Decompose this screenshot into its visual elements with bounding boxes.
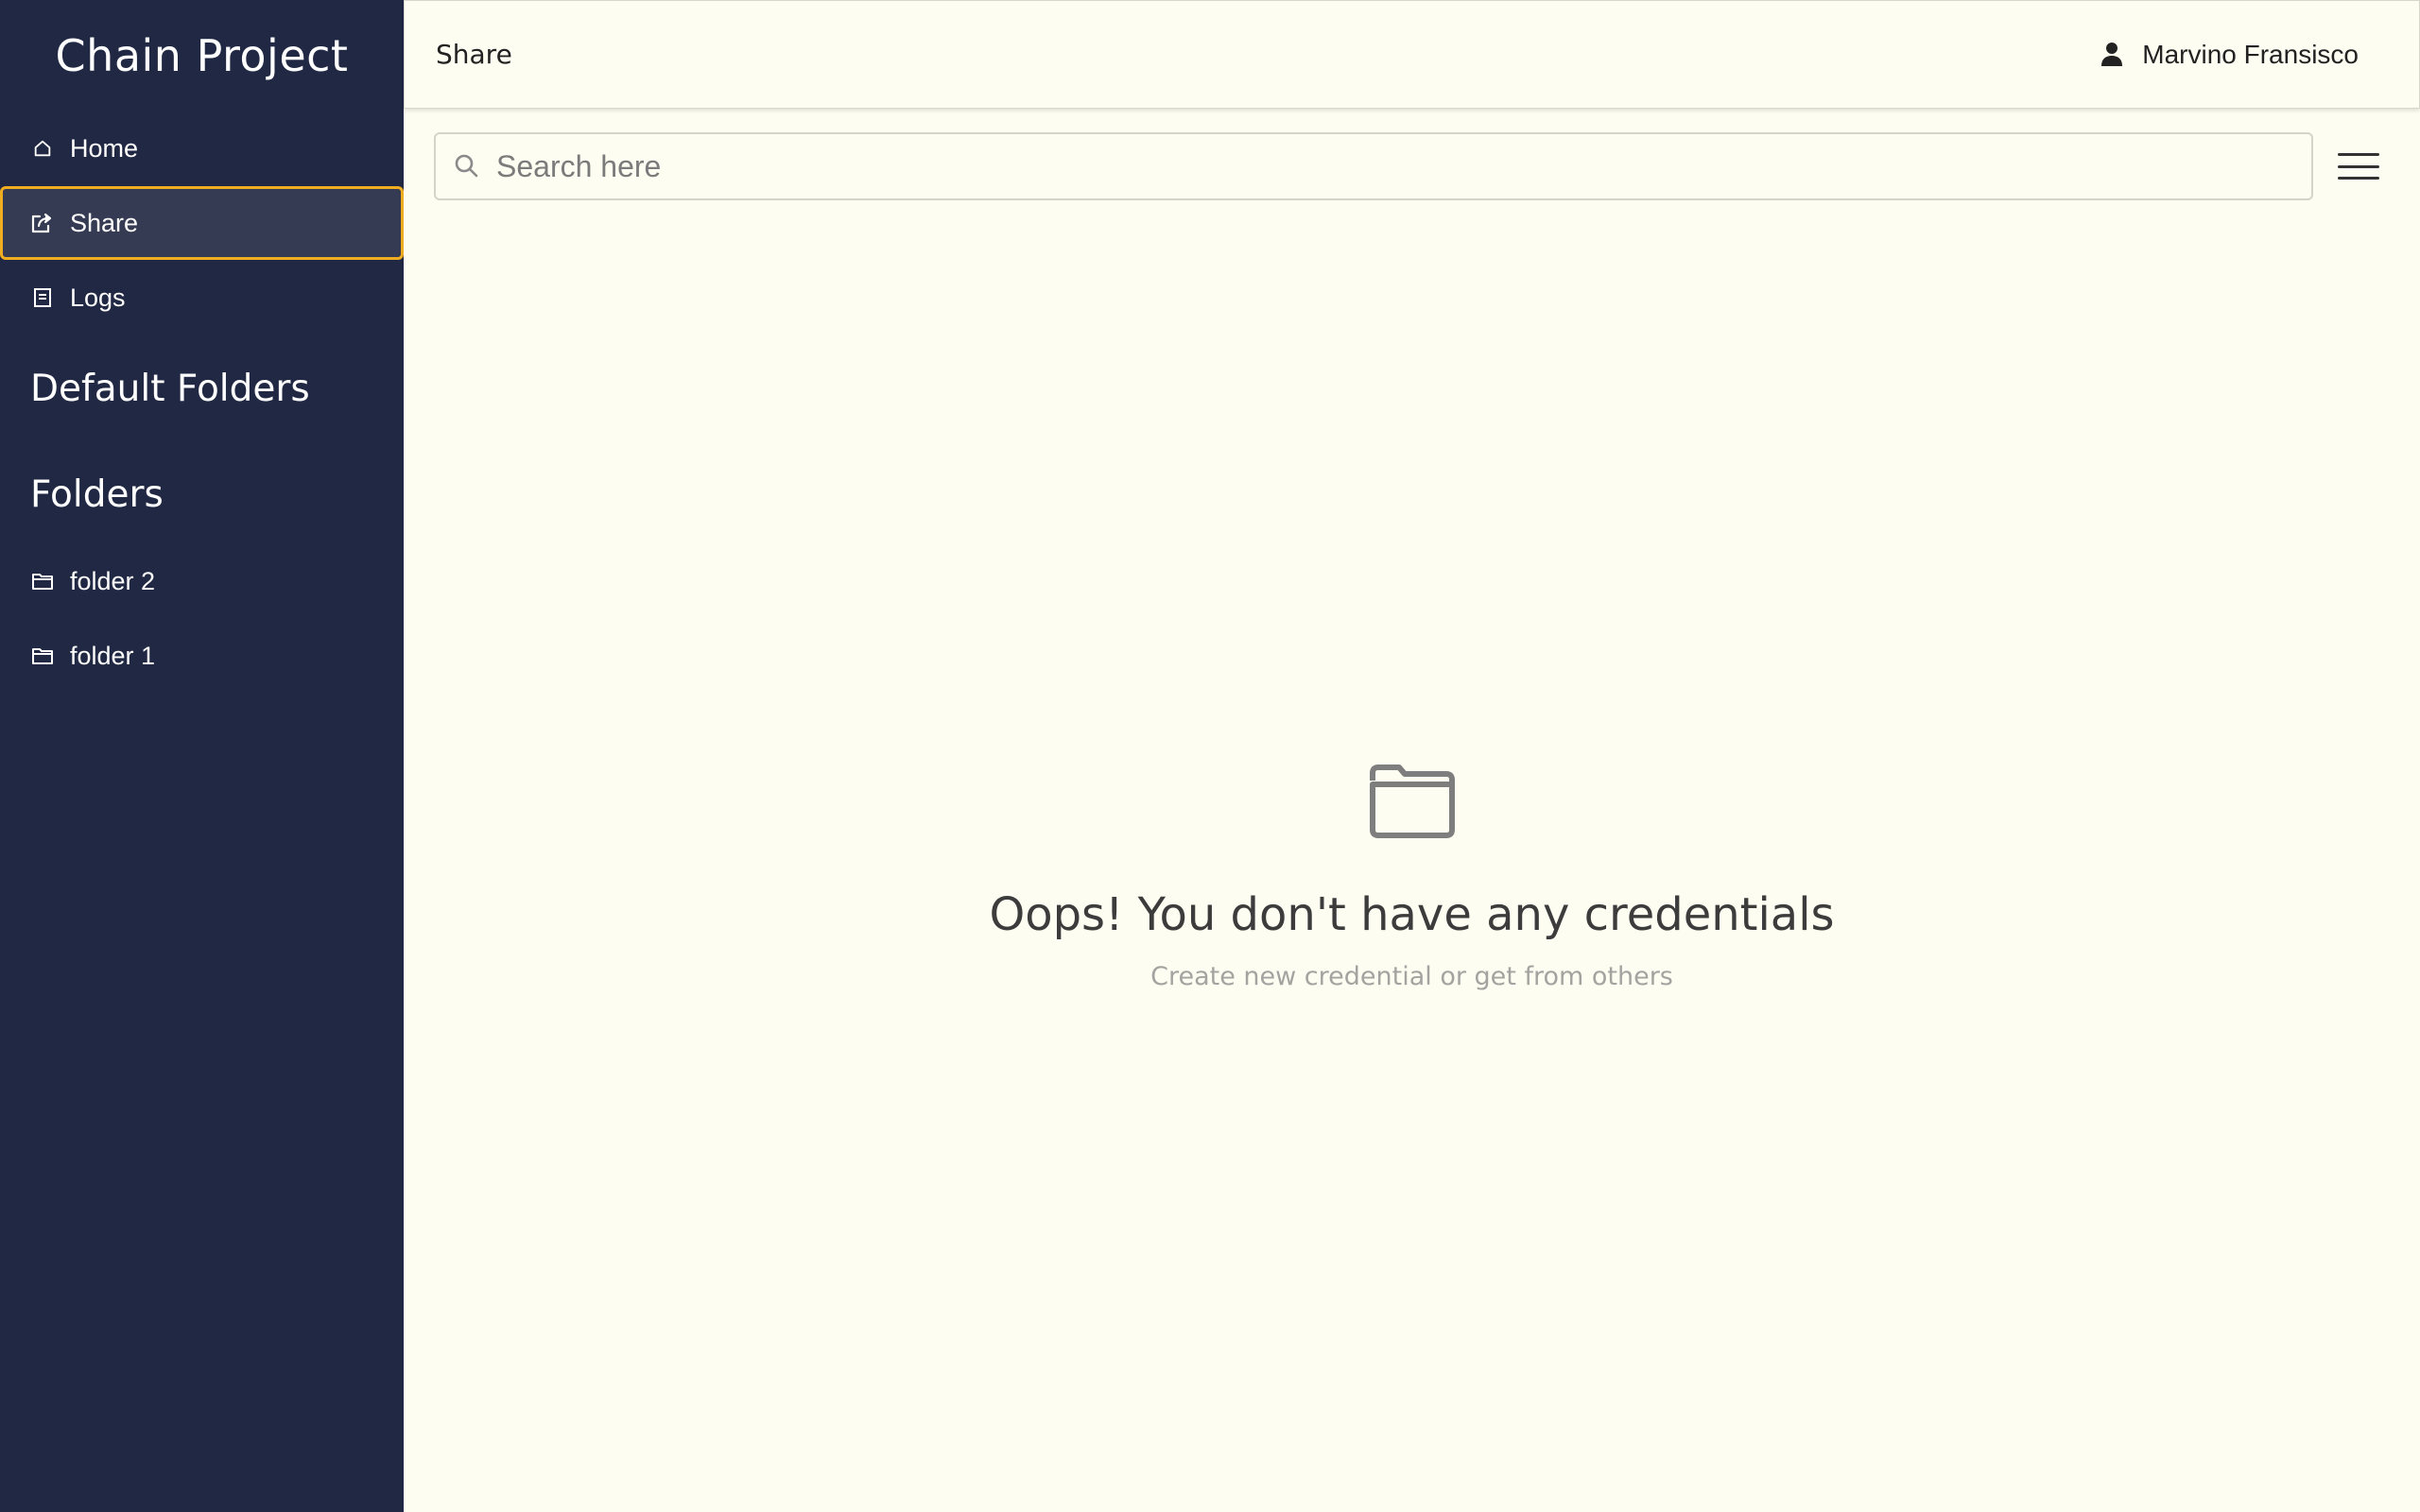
menu-line bbox=[2338, 164, 2379, 168]
nav-item-label: Logs bbox=[70, 283, 126, 312]
search-row bbox=[404, 109, 2420, 200]
page-title: Share bbox=[436, 39, 512, 70]
folder-item-folder-1[interactable]: folder 1 bbox=[0, 619, 404, 693]
search-icon bbox=[453, 152, 481, 180]
open-folder-icon bbox=[1369, 765, 1455, 838]
hamburger-menu-icon[interactable] bbox=[2338, 149, 2379, 183]
folder-list: folder 2 folder 1 bbox=[0, 544, 404, 693]
menu-line bbox=[2338, 153, 2379, 156]
app-window: Chain Project Home Share Logs Default Fo… bbox=[0, 0, 2420, 1512]
folder-item-label: folder 1 bbox=[70, 641, 156, 670]
empty-state: Oops! You don't have any credentials Cre… bbox=[404, 764, 2420, 991]
empty-state-title: Oops! You don't have any credentials bbox=[989, 888, 1835, 941]
brand-title: Chain Project bbox=[55, 30, 349, 81]
nav-item-home[interactable]: Home bbox=[0, 112, 404, 185]
search-input[interactable] bbox=[496, 148, 2311, 184]
empty-state-subtitle: Create new credential or get from others bbox=[1150, 962, 1673, 991]
sidebar: Chain Project Home Share Logs Default Fo… bbox=[0, 0, 404, 1512]
top-bar: Share Marvino Fransisco bbox=[404, 0, 2420, 109]
user-icon bbox=[2100, 42, 2125, 68]
user-name: Marvino Fransisco bbox=[2142, 39, 2359, 69]
folder-item-label: folder 2 bbox=[70, 566, 156, 595]
menu-line bbox=[2338, 177, 2379, 180]
nav-item-share[interactable]: Share bbox=[0, 186, 404, 260]
folder-item-folder-2[interactable]: folder 2 bbox=[0, 544, 404, 618]
nav-item-label: Share bbox=[70, 208, 139, 237]
main-content: Share Marvino Fransisco Search here Oops… bbox=[404, 0, 2420, 1512]
search-box[interactable] bbox=[434, 132, 2313, 200]
share-icon bbox=[30, 211, 55, 235]
default-folders-heading: Default Folders bbox=[30, 367, 310, 410]
logs-icon bbox=[30, 285, 55, 310]
nav-item-logs[interactable]: Logs bbox=[0, 261, 404, 335]
home-icon bbox=[30, 136, 55, 161]
folder-icon bbox=[30, 569, 55, 593]
user-menu[interactable]: Marvino Fransisco bbox=[2100, 40, 2359, 70]
folder-icon bbox=[30, 644, 55, 668]
nav-item-label: Home bbox=[70, 133, 139, 163]
folders-heading: Folders bbox=[30, 472, 164, 516]
